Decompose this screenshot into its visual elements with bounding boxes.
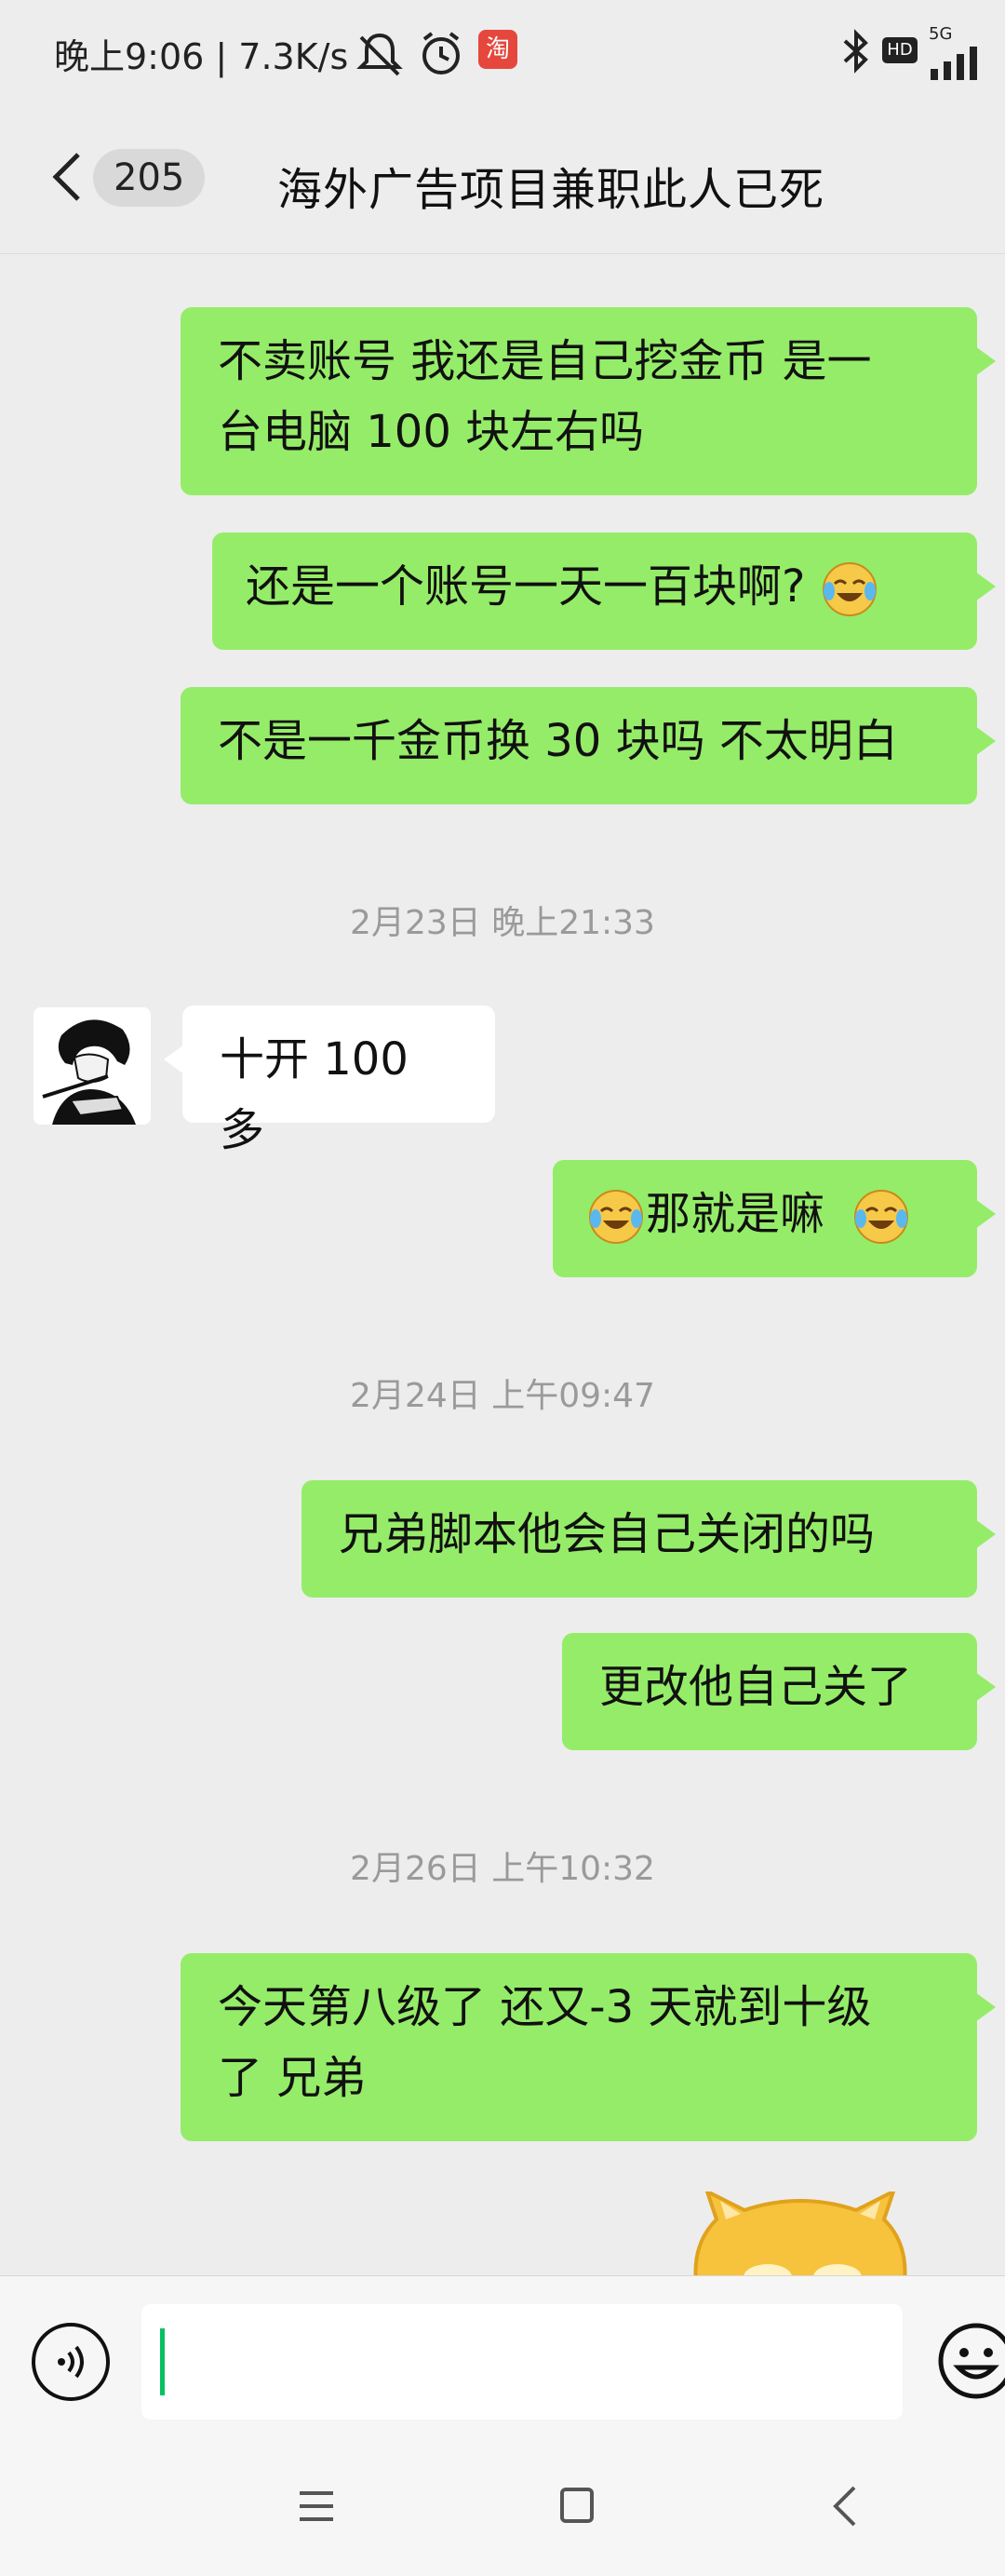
- message-text: 不是一千金币换 30 块吗 不太明白: [218, 715, 898, 767]
- laugh-cry-emoji-icon: [589, 1190, 643, 1244]
- laugh-cry-emoji-icon: [854, 1190, 909, 1244]
- mute-bell-icon: [356, 33, 403, 76]
- avatar[interactable]: [34, 1007, 151, 1125]
- message-text: 十开 100 多: [220, 1033, 409, 1156]
- message-bubble-sent[interactable]: 那就是嘛: [553, 1160, 996, 1277]
- message-text-line: 今天第八级了 还又-3 天就到十级: [218, 1981, 872, 2033]
- message-text: 那就是嘛: [646, 1188, 825, 1240]
- message-text-line: 不卖账号 我还是自己挖金币 是一: [218, 335, 872, 387]
- message-text: 更改他自己关了: [599, 1661, 913, 1713]
- hd-icon: HD: [882, 37, 918, 63]
- message-text: 兄弟脚本他会自己关闭的吗: [339, 1508, 876, 1560]
- taobao-icon: 淘: [478, 30, 517, 69]
- message-bubble-received[interactable]: 十开 100 多: [164, 1005, 495, 1156]
- message-bubble-sent[interactable]: 不卖账号 我还是自己挖金币 是一 台电脑 100 块左右吗: [181, 307, 996, 495]
- chat-title: 海外广告项目兼职此人已死: [277, 164, 825, 216]
- menu-icon[interactable]: [279, 2469, 354, 2543]
- back-icon[interactable]: [810, 2469, 884, 2543]
- message-bubble-sent[interactable]: 不是一千金币换 30 块吗 不太明白: [181, 687, 996, 804]
- voice-icon: [58, 2345, 84, 2379]
- message-input-bar: [0, 2275, 1005, 2442]
- status-bar: 晚上9:06 | 7.3K/s 淘 HD 5G: [0, 0, 1005, 104]
- alarm-icon: [422, 32, 460, 74]
- message-bubble-sent[interactable]: 还是一个账号一天一百块啊?: [212, 533, 996, 650]
- chat-message-list[interactable]: 不卖账号 我还是自己挖金币 是一 台电脑 100 块左右吗 还是一个账号一天一百…: [0, 253, 1005, 2275]
- status-right-icons: HD 5G: [838, 19, 1005, 84]
- emoji-icon[interactable]: [934, 2319, 1005, 2403]
- message-text-line: 台电脑 100 块左右吗: [218, 406, 645, 458]
- text-cursor: [160, 2328, 165, 2395]
- bluetooth-icon: [843, 29, 868, 74]
- message-timestamp: 2月24日 上午09:47: [350, 1377, 655, 1415]
- message-text-line: 了 兄弟: [218, 2052, 367, 2104]
- message-bubble-sent[interactable]: 兄弟脚本他会自己关闭的吗: [302, 1480, 996, 1598]
- home-icon[interactable]: [540, 2469, 614, 2543]
- laugh-cry-emoji-icon: [822, 562, 877, 616]
- avatar-image: [34, 1007, 151, 1125]
- back-arrow-icon[interactable]: [47, 149, 87, 205]
- message-input[interactable]: [141, 2304, 903, 2420]
- message-text: 还是一个账号一天一百块啊?: [246, 560, 806, 613]
- message-bubble-sent[interactable]: 更改他自己关了: [562, 1633, 996, 1750]
- cat-sticker[interactable]: [679, 2192, 921, 2275]
- system-navigation-bar: [0, 2441, 1005, 2576]
- chat-header: 205 海外广告项目兼职此人已死: [0, 104, 1005, 254]
- message-timestamp: 2月26日 上午10:32: [350, 1850, 655, 1888]
- unread-count-badge[interactable]: 205: [93, 149, 206, 207]
- message-timestamp: 2月23日 晚上21:33: [350, 904, 655, 942]
- status-time-speed: 晚上9:06 | 7.3K/s: [54, 36, 349, 77]
- message-bubble-sent[interactable]: 今天第八级了 还又-3 天就到十级 了 兄弟: [181, 1953, 996, 2141]
- voice-button[interactable]: [32, 2323, 110, 2401]
- signal-icon: [931, 47, 977, 80]
